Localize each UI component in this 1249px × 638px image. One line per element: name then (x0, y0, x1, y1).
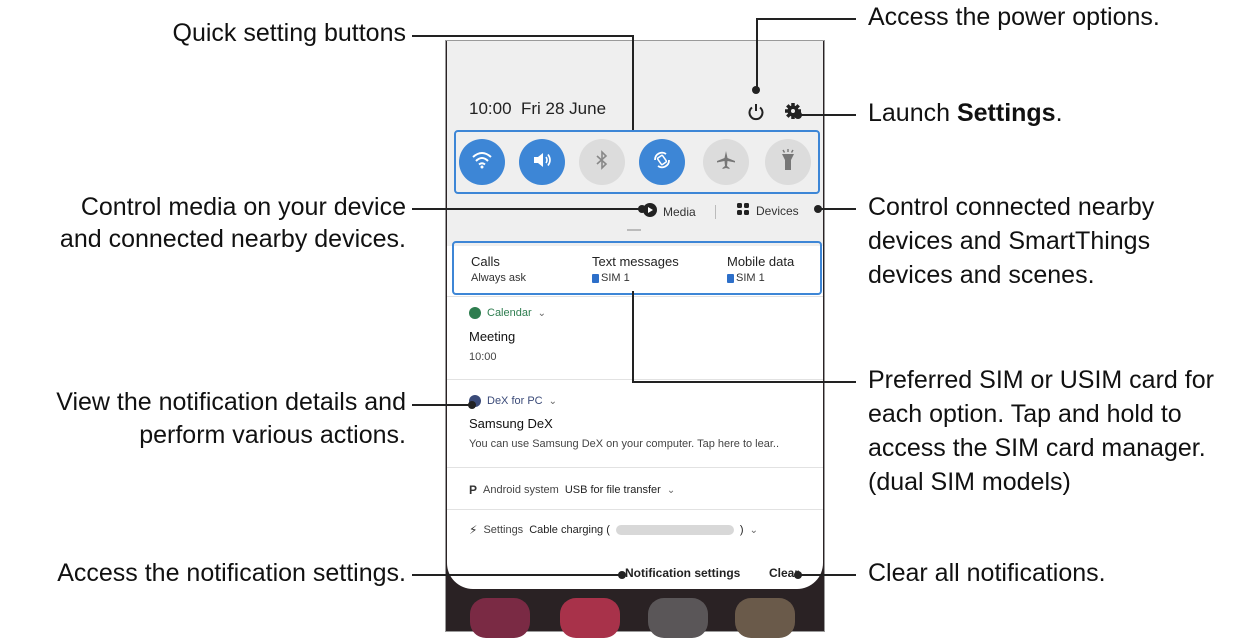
calendar-notification[interactable]: Calendar ⌄ Meeting 10:00 (447, 307, 823, 379)
callout-line (412, 208, 642, 210)
caption-sim-4: (dual SIM models) (868, 468, 1071, 496)
calendar-icon (469, 307, 481, 319)
caption-view-details-2: perform various actions. (139, 421, 406, 449)
chevron-down-icon[interactable]: ⌄ (750, 525, 758, 536)
callout-line (756, 18, 856, 20)
divider (447, 296, 823, 297)
callout-line (632, 291, 634, 383)
media-label: Media (663, 204, 696, 219)
status-datetime: 10:00 Fri 28 June (469, 99, 606, 119)
calendar-body: 10:00 (469, 351, 497, 363)
calendar-title: Meeting (469, 329, 516, 344)
callout-line (756, 18, 758, 90)
caption-sim-3: access the SIM card manager. (868, 434, 1206, 462)
caption-connected-1: Control connected nearby (868, 193, 1155, 221)
callout-line (412, 35, 634, 37)
android-system-notification[interactable]: P Android system USB for file transfer ⌄ (447, 483, 823, 497)
caption-connected-2: devices and SmartThings (868, 227, 1151, 255)
callout-line (798, 574, 856, 576)
caption-control-media-1: Control media on your device (80, 193, 406, 221)
android-system-icon: P (469, 483, 478, 497)
callout-dot (468, 401, 476, 409)
caption-power-options: Access the power options. (868, 3, 1160, 31)
chevron-down-icon[interactable]: ⌄ (538, 308, 546, 319)
callout-line (412, 404, 472, 406)
devices-label: Devices (756, 204, 799, 218)
caption-sim-1: Preferred SIM or USIM card for (868, 366, 1214, 394)
callout-dot (638, 205, 646, 213)
android-app-name: Android system (483, 484, 559, 496)
charging-text: Cable charging ( (529, 524, 610, 536)
caption-view-details-1: View the notification details and (56, 388, 406, 416)
caption-launch-settings: Launch Settings. (868, 98, 1063, 129)
divider (447, 509, 823, 510)
callout-line (632, 381, 856, 383)
callout-line (412, 574, 622, 576)
settings-app-name: Settings (483, 524, 524, 536)
dex-title: Samsung DeX (469, 416, 553, 431)
caption-launch-prefix: Launch (868, 99, 957, 127)
charging-notification[interactable]: ⚡︎ Settings Cable charging () ⌄ (447, 523, 823, 537)
callout-line (798, 114, 856, 116)
media-button[interactable]: Media (643, 203, 696, 220)
caption-connected-3: devices and scenes. (868, 261, 1095, 289)
callout-dot (618, 571, 626, 579)
callout-line (818, 208, 856, 210)
devices-icon (737, 203, 750, 219)
quick-settings-highlight (454, 130, 820, 194)
sim-highlight (452, 241, 822, 295)
divider (447, 467, 823, 468)
android-text: USB for file transfer (564, 484, 661, 496)
dex-app-name: DeX for PC (487, 395, 543, 407)
power-icon[interactable] (747, 103, 765, 126)
callout-dot (752, 86, 760, 94)
callout-dot (794, 111, 802, 119)
notification-panel: 10:00 Fri 28 June Media Devices Calls Al… (447, 41, 823, 589)
callout-line (632, 35, 634, 130)
media-devices-divider (715, 205, 716, 219)
callout-dot (814, 205, 822, 213)
chevron-down-icon[interactable]: ⌄ (549, 396, 557, 407)
dex-notification[interactable]: DeX for PC ⌄ Samsung DeX You can use Sams… (447, 395, 823, 465)
chevron-down-icon[interactable]: ⌄ (667, 485, 675, 496)
home-app-icon[interactable] (470, 598, 530, 638)
caption-control-media-2: and connected nearby devices. (59, 225, 406, 253)
caption-clear-all: Clear all notifications. (868, 559, 1106, 587)
status-time: 10:00 (469, 99, 512, 118)
calendar-app-name: Calendar (487, 307, 532, 319)
devices-button[interactable]: Devices (737, 203, 799, 219)
caption-launch-suffix: . (1055, 99, 1063, 127)
caption-launch-bold: Settings (956, 99, 1056, 127)
dex-body: You can use Samsung DeX on your computer… (469, 438, 780, 450)
bolt-icon: ⚡︎ (469, 523, 478, 537)
home-app-icon[interactable] (735, 598, 795, 638)
caption-quick-setting-buttons: Quick setting buttons (172, 19, 406, 47)
callout-dot (794, 571, 802, 579)
caption-sim-2: each option. Tap and hold to (868, 400, 1182, 428)
home-app-icon[interactable] (648, 598, 708, 638)
panel-handle[interactable] (627, 229, 641, 231)
caption-access-notif-settings: Access the notification settings. (57, 559, 406, 587)
status-date: Fri 28 June (521, 99, 607, 118)
home-app-icon[interactable] (560, 598, 620, 638)
notification-settings-button[interactable]: Notification settings (625, 566, 740, 580)
divider (447, 379, 823, 380)
blurred-device-name (615, 525, 734, 535)
